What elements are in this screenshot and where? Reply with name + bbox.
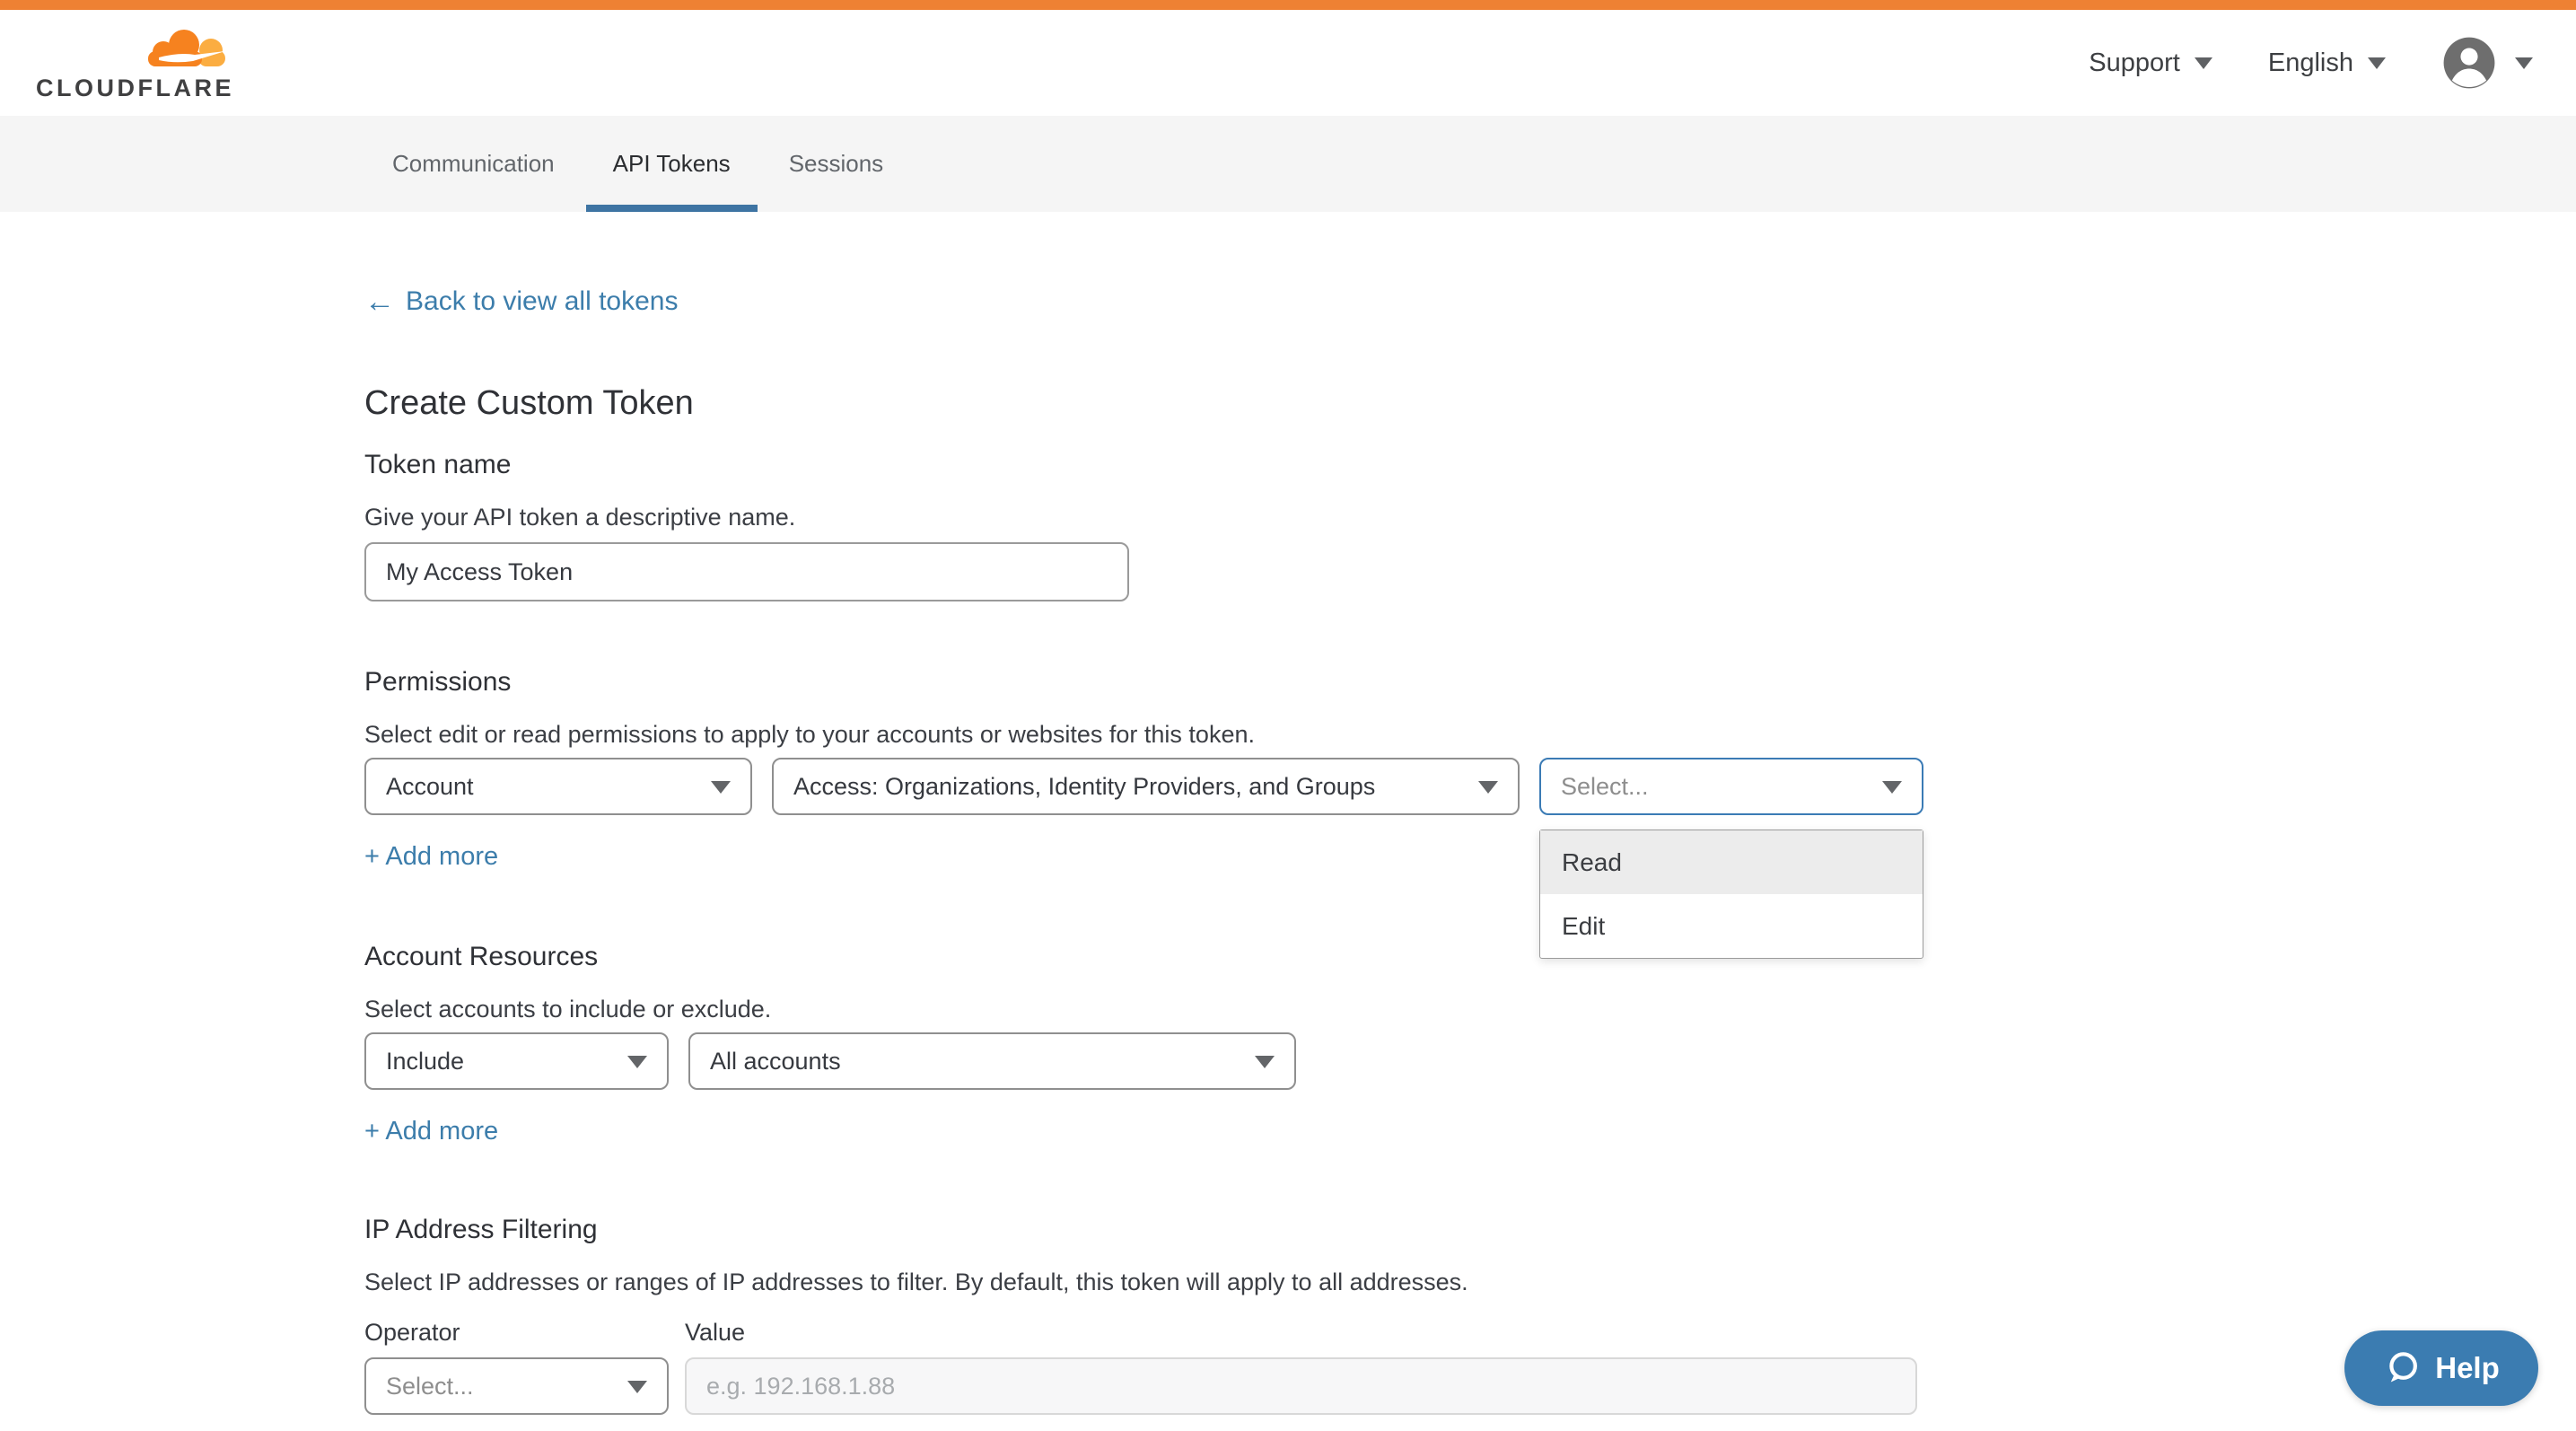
permissions-heading: Permissions [364,666,2576,698]
operator-label: Operator [364,1318,685,1347]
chevron-down-icon [627,1381,647,1393]
menu-item-read-label: Read [1562,848,1622,877]
account-resources-select-row: Include All accounts [364,1032,2576,1090]
menu-item-edit[interactable]: Edit [1540,894,1923,958]
ip-filtering-description: Select IP addresses or ranges of IP addr… [364,1268,2576,1296]
header: CLOUDFLARE Support English [0,10,2576,116]
ip-value-input[interactable] [685,1357,1917,1415]
ip-filtering-heading: IP Address Filtering [364,1214,2576,1246]
tab-sessions-label: Sessions [789,150,884,178]
tab-communication-label: Communication [392,150,555,178]
permission-group-value: Access: Organizations, Identity Provider… [793,773,1375,801]
back-to-tokens-link[interactable]: ← Back to view all tokens [364,285,678,318]
cloudflare-logo[interactable]: CLOUDFLARE [36,24,234,102]
permission-level-menu: Read Edit [1539,830,1923,959]
ip-operator-select[interactable]: Select... [364,1357,669,1415]
ip-filtering-labels: Operator Value [364,1318,2576,1347]
resource-mode-select[interactable]: Include [364,1032,669,1090]
token-name-heading: Token name [364,449,2576,481]
ip-filtering-row: Select... [364,1357,2576,1415]
main-content: ← Back to view all tokens Create Custom … [0,285,2576,1415]
page-title: Create Custom Token [364,382,2576,424]
chevron-down-icon [627,1056,647,1068]
support-menu-label: Support [2089,48,2180,78]
account-menu[interactable] [2441,35,2533,91]
permission-group-select[interactable]: Access: Organizations, Identity Provider… [772,758,1520,815]
token-name-description: Give your API token a descriptive name. [364,503,2576,531]
permission-level-select[interactable]: Select... [1539,758,1923,815]
cloudflare-create-token-page: CLOUDFLARE Support English Comm [0,0,2576,1431]
chevron-down-icon [1478,781,1498,794]
chevron-down-icon [2368,57,2386,69]
resource-mode-value: Include [386,1048,464,1075]
chevron-down-icon [711,781,731,794]
help-button[interactable]: Help [2344,1330,2538,1406]
account-resources-description: Select accounts to include or exclude. [364,995,2576,1023]
back-arrow-icon: ← [364,285,395,318]
chevron-down-icon [2195,57,2212,69]
language-menu-label: English [2268,48,2353,78]
active-tab-underline [586,205,758,212]
permissions-select-row: Account Access: Organizations, Identity … [364,758,2576,815]
tab-sessions[interactable]: Sessions [762,116,911,212]
menu-item-edit-label: Edit [1562,912,1605,941]
profile-tabbar: Communication API Tokens Sessions [0,116,2576,212]
token-name-input[interactable] [364,542,1129,601]
ip-operator-placeholder: Select... [386,1373,474,1400]
permission-scope-select[interactable]: Account [364,758,752,815]
tab-communication[interactable]: Communication [365,116,582,212]
value-label: Value [685,1318,745,1347]
resource-accounts-value: All accounts [710,1048,841,1075]
user-avatar-icon [2441,35,2497,91]
help-button-label: Help [2435,1351,2500,1385]
tab-api-tokens[interactable]: API Tokens [586,116,758,212]
permissions-description: Select edit or read permissions to apply… [364,720,2576,749]
resource-accounts-select[interactable]: All accounts [688,1032,1296,1090]
menu-item-read[interactable]: Read [1540,830,1923,894]
back-link-label: Back to view all tokens [406,285,678,318]
chevron-down-icon [1882,781,1902,794]
account-resources-heading: Account Resources [364,941,2576,973]
support-menu[interactable]: Support [2089,48,2212,78]
permission-scope-value: Account [386,773,474,801]
top-orange-bar [0,0,2576,10]
header-nav: Support English [2089,35,2533,91]
cloudflare-wordmark: CLOUDFLARE [36,75,234,102]
tab-api-tokens-label: API Tokens [613,150,731,178]
account-resources-add-more-link[interactable]: + Add more [364,1115,498,1147]
permissions-add-more-link[interactable]: + Add more [364,840,498,873]
chevron-down-icon [2515,57,2533,69]
chat-bubble-icon [2383,1349,2421,1387]
chevron-down-icon [1255,1056,1275,1068]
cloudflare-cloud-icon [139,24,232,75]
back-link-row: ← Back to view all tokens [364,285,2576,318]
permission-level-placeholder: Select... [1561,773,1649,801]
language-menu[interactable]: English [2268,48,2386,78]
